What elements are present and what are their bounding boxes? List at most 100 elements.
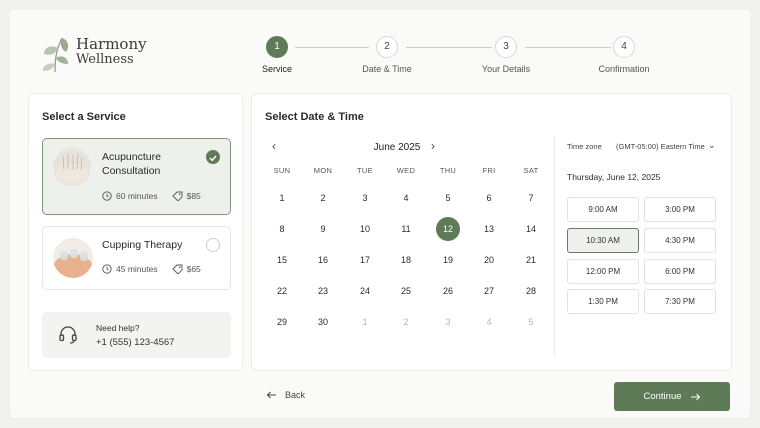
step-number: 2 <box>376 36 398 58</box>
cupping-image <box>53 238 93 278</box>
calendar-day[interactable]: 15 <box>269 248 295 272</box>
calendar-day[interactable]: 2 <box>310 186 336 210</box>
service-name-line1: Acupuncture <box>102 151 161 163</box>
calendar-day[interactable]: 30 <box>310 310 336 334</box>
step-label: Confirmation <box>598 64 650 74</box>
calendar-day[interactable]: 14 <box>518 217 544 241</box>
time-slot[interactable]: 9:00 AM <box>567 197 639 222</box>
calendar-day[interactable]: 29 <box>269 310 295 334</box>
help-box: Need help? +1 (555) 123-4567 <box>42 312 231 358</box>
weekday-header: SAT <box>523 166 539 175</box>
calendar-day[interactable]: 17 <box>352 248 378 272</box>
calendar-day[interactable]: 18 <box>393 248 419 272</box>
check-icon <box>209 155 217 162</box>
calendar-day[interactable]: 23 <box>310 279 336 303</box>
next-month-chevron-right-icon[interactable]: › <box>431 139 435 153</box>
calendar-day[interactable]: 25 <box>393 279 419 303</box>
calendar-day[interactable]: 4 <box>393 186 419 210</box>
time-slot[interactable]: 12:00 PM <box>567 259 639 284</box>
service-duration: 60 minutes <box>116 191 158 201</box>
step-number: 3 <box>495 36 517 58</box>
service-card-cupping[interactable]: Cupping Therapy 45 minutes $65 <box>42 226 231 290</box>
service-card-acupuncture[interactable]: Acupuncture Consultation 60 minutes $85 <box>42 138 231 215</box>
calendar-day[interactable]: 8 <box>269 217 295 241</box>
step-label: Date & Time <box>362 64 412 74</box>
calendar-day[interactable]: 21 <box>518 248 544 272</box>
calendar-day[interactable]: 13 <box>476 217 502 241</box>
service-radio[interactable] <box>206 238 220 252</box>
back-label: Back <box>285 390 306 400</box>
calendar-day[interactable]: 7 <box>518 186 544 210</box>
chevron-down-icon[interactable]: ⌄ <box>708 140 716 151</box>
calendar-day[interactable]: 6 <box>476 186 502 210</box>
calendar-day[interactable]: 10 <box>352 217 378 241</box>
calendar-day[interactable]: 3 <box>352 186 378 210</box>
service-name: Acupuncture Consultation <box>102 150 161 178</box>
calendar-day[interactable]: 20 <box>476 248 502 272</box>
clock-icon <box>102 264 112 274</box>
weekday-header: THU <box>439 166 457 175</box>
calendar-day[interactable]: 1 <box>269 186 295 210</box>
timezone-select[interactable]: (GMT-05:00) Eastern Time <box>616 142 705 151</box>
price-tag-icon <box>171 264 183 274</box>
step-your-details[interactable]: 3 Your Details <box>461 36 551 74</box>
time-slot[interactable]: 6:00 PM <box>644 259 716 284</box>
step-number: 4 <box>613 36 635 58</box>
calendar-month: June 2025 <box>373 142 421 153</box>
time-slot[interactable]: 7:30 PM <box>644 289 716 314</box>
step-confirmation[interactable]: 4 Confirmation <box>579 36 669 74</box>
calendar-day[interactable]: 5 <box>435 186 461 210</box>
time-slot[interactable]: 3:00 PM <box>644 197 716 222</box>
weekday-header: FRI <box>482 166 496 175</box>
service-selected-check[interactable] <box>206 150 220 164</box>
time-slot[interactable]: 4:30 PM <box>644 228 716 253</box>
back-button[interactable]: Back <box>266 390 305 400</box>
continue-label: Continue <box>643 391 682 402</box>
panel-divider <box>554 136 555 356</box>
service-name-line2: Consultation <box>102 165 161 177</box>
calendar-day-selected[interactable]: 12 <box>436 217 460 241</box>
price-tag-icon <box>171 191 183 201</box>
progress-stepper: 1 Service 2 Date & Time 3 Your Details 4… <box>250 36 660 81</box>
headset-icon <box>59 326 77 344</box>
weekday-header: TUE <box>357 166 373 175</box>
prev-month-chevron-left-icon[interactable]: ‹ <box>272 139 276 153</box>
brand-name-line2: Wellness <box>76 52 134 68</box>
calendar-day: 2 <box>403 317 409 327</box>
calendar-day[interactable]: 9 <box>310 217 336 241</box>
calendar-day[interactable]: 11 <box>393 217 419 241</box>
brand-logo: Harmony Wellness <box>38 30 147 74</box>
calendar-day[interactable]: 19 <box>435 248 461 272</box>
calendar-day[interactable]: 28 <box>518 279 544 303</box>
weekday-header: SUN <box>273 166 291 175</box>
continue-button[interactable]: Continue <box>614 382 730 411</box>
acupuncture-image <box>53 148 91 186</box>
step-label: Service <box>261 64 292 74</box>
step-number: 1 <box>266 36 288 58</box>
calendar-day: 3 <box>445 317 451 327</box>
calendar-day: 1 <box>362 317 368 327</box>
calendar-day[interactable]: 22 <box>269 279 295 303</box>
help-title: Need help? <box>96 323 140 333</box>
calendar-day[interactable]: 27 <box>476 279 502 303</box>
step-label: Your Details <box>481 64 531 74</box>
calendar-day[interactable]: 16 <box>310 248 336 272</box>
weekday-header: MON <box>313 166 333 175</box>
calendar-day: 4 <box>486 317 492 327</box>
leaf-logo-icon <box>42 37 69 73</box>
service-name: Cupping Therapy <box>102 239 183 251</box>
calendar-day[interactable]: 24 <box>352 279 378 303</box>
service-meta: 60 minutes $85 <box>102 191 201 201</box>
weekday-header: WED <box>396 166 416 175</box>
selected-date-label: Thursday, June 12, 2025 <box>567 172 661 182</box>
arrow-right-icon <box>690 393 700 400</box>
calendar-day[interactable]: 26 <box>435 279 461 303</box>
step-date-time[interactable]: 2 Date & Time <box>342 36 432 74</box>
time-slot[interactable]: 1:30 PM <box>567 289 639 314</box>
step-service[interactable]: 1 Service <box>232 36 322 74</box>
help-phone[interactable]: +1 (555) 123-4567 <box>96 337 174 348</box>
service-price: $85 <box>186 191 201 201</box>
service-duration: 45 minutes <box>116 264 158 274</box>
time-slot-selected[interactable]: 10:30 AM <box>567 228 639 253</box>
calendar-day: 5 <box>528 317 534 327</box>
